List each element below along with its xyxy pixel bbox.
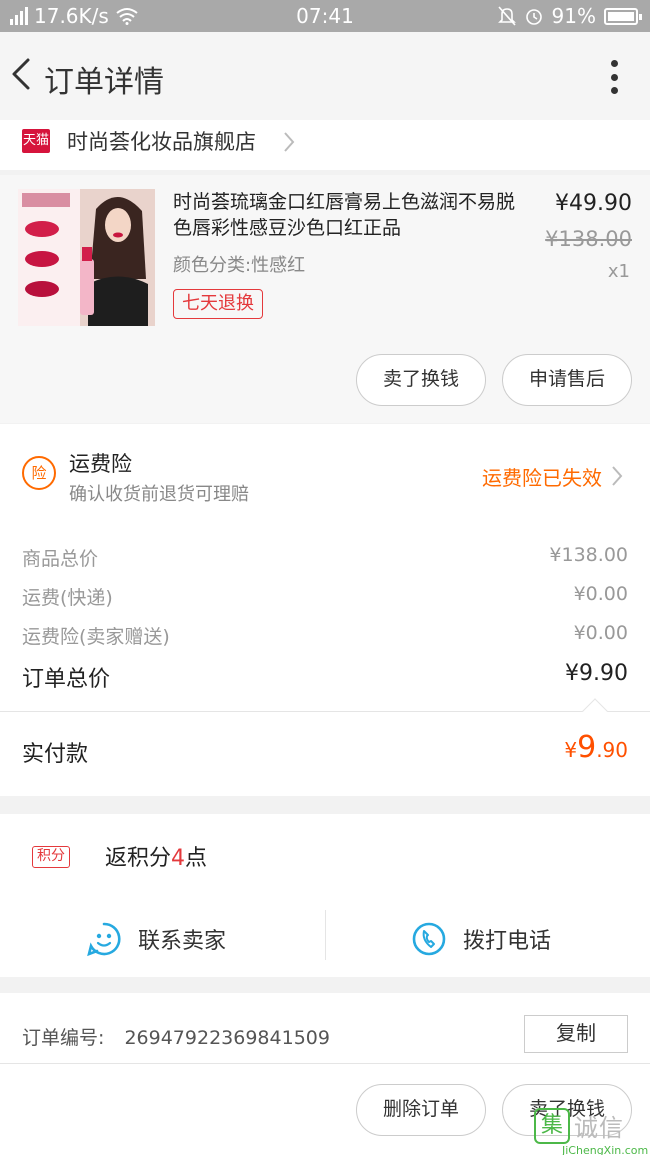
- points-tag: 积分: [32, 846, 70, 868]
- fee-value: ¥138.00: [549, 544, 628, 566]
- watermark-text: 诚信: [574, 1114, 624, 1142]
- fee-value: ¥0.00: [573, 583, 628, 605]
- shop-name[interactable]: 时尚荟化妆品旗舰店: [67, 126, 256, 156]
- order-number-row: 订单编号: 2694792236984150​9: [22, 1023, 330, 1050]
- product-thumbnail[interactable]: [18, 189, 155, 326]
- product-original-price: ¥138.00: [545, 227, 632, 251]
- call-button[interactable]: 拨打电话: [411, 910, 551, 968]
- insurance-icon: 险: [22, 456, 56, 490]
- divider: [0, 1063, 650, 1064]
- watermark-url: JiChengXin.com: [562, 1144, 649, 1155]
- product-quantity: x1: [607, 261, 630, 282]
- points-contact-card: 积分 返积分4点 联系卖家 拨打电话: [0, 814, 650, 977]
- call-label: 拨打电话: [463, 929, 552, 954]
- return-policy-tag: 七天退换: [173, 289, 263, 319]
- insurance-subtitle: 确认收货前退货可理赔: [69, 484, 249, 505]
- contact-seller-label: 联系卖家: [138, 929, 227, 954]
- battery-percent: 91%: [551, 4, 596, 28]
- order-total-value: ¥9.90: [565, 661, 628, 686]
- order-number: 2694792236984150​9: [124, 1027, 330, 1049]
- back-arrow-icon[interactable]: [6, 54, 36, 94]
- fee-row-shipping: 运费(快递) ¥0.00: [22, 583, 628, 610]
- resell-button[interactable]: 卖了换钱: [356, 354, 486, 406]
- fee-row-subtotal: 商品总价 ¥138.00: [22, 544, 628, 571]
- product-title[interactable]: 时尚荟琉璃金口红唇膏易上色滋润不易脱色唇彩性感豆沙色口红正品: [173, 189, 528, 241]
- order-number-label: 订单编号:: [22, 1027, 105, 1049]
- more-options-icon[interactable]: [610, 60, 618, 94]
- battery-icon: [604, 7, 642, 25]
- watermark-box: 集: [534, 1108, 570, 1144]
- divider: [325, 910, 326, 960]
- paid-label: 实付款: [22, 742, 89, 767]
- points-text: 返积分4点: [105, 846, 208, 871]
- page-title: 订单详情: [44, 65, 164, 100]
- chevron-right-icon: [284, 132, 295, 152]
- phone-icon: [412, 922, 446, 956]
- order-total-row: 订单总价 ¥9.90: [22, 661, 628, 693]
- fee-value: ¥0.00: [573, 622, 628, 644]
- order-total-label: 订单总价: [22, 667, 111, 692]
- paid-amount: ¥9.90: [564, 730, 628, 765]
- price-summary-card: 险 运费险 确认收货前退货可理赔 运费险已失效 商品总价 ¥138.00 运费(…: [0, 424, 650, 796]
- fee-row-shipping-insurance: 运费险(卖家赠送) ¥0.00: [22, 622, 628, 649]
- watermark-logo: 集 诚信 JiChengXin.com: [532, 1108, 650, 1155]
- product-item[interactable]: 时尚荟琉璃金口红唇膏易上色滋润不易脱色唇彩性感豆沙色口红正品 颜色分类:性感红 …: [0, 175, 650, 423]
- fee-label: 运费险(卖家赠送): [22, 626, 170, 648]
- shop-row[interactable]: 天猫 时尚荟化妆品旗舰店: [0, 120, 650, 170]
- divider: [0, 711, 650, 712]
- insurance-status[interactable]: 运费险已失效: [482, 462, 602, 491]
- delete-order-button[interactable]: 删除订单: [356, 1084, 486, 1136]
- product-variant: 颜色分类:性感红: [173, 255, 306, 276]
- divider-notch: [582, 698, 608, 724]
- chat-icon: [87, 922, 121, 957]
- mute-icon: [497, 6, 516, 26]
- copy-button[interactable]: 复制: [524, 1015, 628, 1053]
- fee-label: 运费(快递): [22, 587, 113, 609]
- contact-seller-button[interactable]: 联系卖家: [86, 910, 226, 968]
- insurance-title: 运费险: [69, 452, 132, 476]
- product-price: ¥49.90: [555, 191, 632, 216]
- status-bar: 17.6K/s 07:41 91%: [0, 0, 650, 32]
- chevron-right-icon: [612, 466, 623, 486]
- alarm-icon: [525, 9, 542, 25]
- nav-bar: 订单详情: [0, 32, 650, 120]
- fee-label: 商品总价: [22, 548, 99, 570]
- after-sales-button[interactable]: 申请售后: [502, 354, 632, 406]
- tmall-badge: 天猫: [22, 129, 50, 153]
